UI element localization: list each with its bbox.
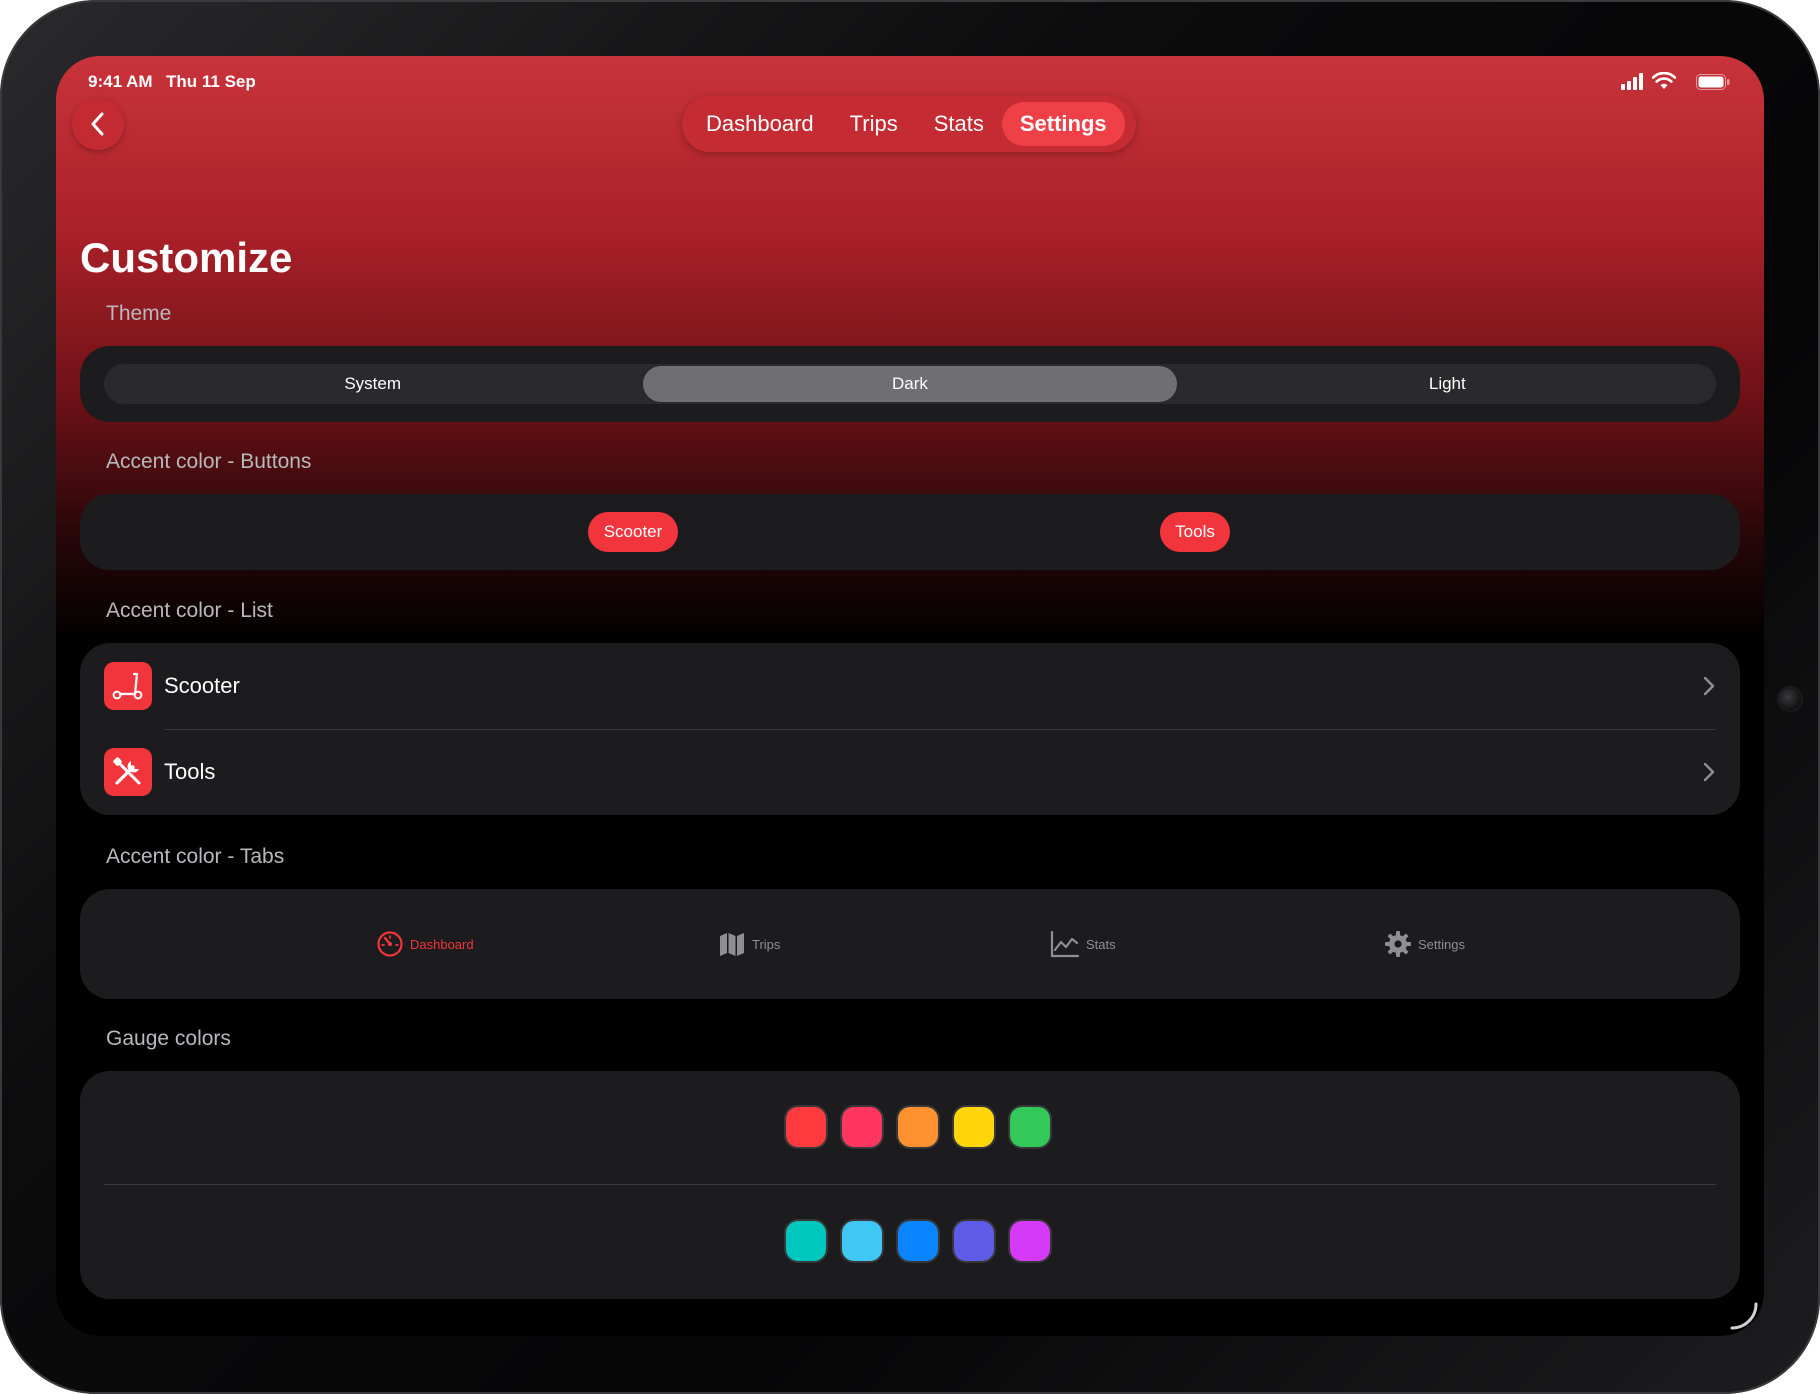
- theme-card: System Dark Light: [80, 346, 1740, 422]
- gauge-color-swatch[interactable]: [842, 1221, 882, 1261]
- map-icon: [720, 933, 744, 956]
- gauge-color-swatch[interactable]: [1010, 1107, 1050, 1147]
- accent-list-section-label: Accent color - List: [106, 599, 273, 622]
- back-button[interactable]: [72, 98, 124, 150]
- tools-accent-button[interactable]: Tools: [1160, 512, 1230, 552]
- resize-corner-icon: [1730, 1302, 1758, 1330]
- page-title: Customize: [80, 234, 293, 281]
- gear-icon: [1385, 931, 1411, 957]
- theme-segmented-control: System Dark Light: [104, 364, 1716, 404]
- list-item-tools[interactable]: Tools: [80, 729, 1740, 815]
- preview-tab-label: Trips: [752, 936, 781, 952]
- gauge-color-swatch[interactable]: [954, 1221, 994, 1261]
- chevron-right-icon: [1703, 762, 1715, 782]
- gauge-color-swatch[interactable]: [954, 1107, 994, 1147]
- status-date: Thu 11 Sep: [166, 72, 256, 91]
- accent-tabs-section-label: Accent color - Tabs: [106, 845, 285, 868]
- tab-dashboard[interactable]: Dashboard: [688, 102, 832, 146]
- list-item-label: Tools: [164, 759, 216, 784]
- gauge-color-swatch[interactable]: [842, 1107, 882, 1147]
- top-tab-bar: Dashboard Trips Stats Settings: [682, 96, 1136, 152]
- status-bar: 9:41 AM Thu 11 Sep: [88, 64, 1732, 92]
- list-item-label: Scooter: [164, 673, 240, 698]
- wifi-icon: [1652, 72, 1676, 89]
- scooter-icon: [104, 662, 152, 710]
- gauge-color-swatch[interactable]: [786, 1107, 826, 1147]
- preview-tab-dashboard[interactable]: Dashboard: [376, 889, 474, 999]
- tools-icon: [104, 748, 152, 796]
- tab-settings[interactable]: Settings: [1001, 102, 1125, 146]
- accent-tabs-card: Dashboard Trips Stats Settings: [80, 889, 1740, 999]
- gauge-color-swatch[interactable]: [898, 1107, 938, 1147]
- battery-icon: [1696, 74, 1730, 90]
- chevron-left-icon: [91, 112, 104, 136]
- preview-tab-label: Stats: [1086, 936, 1116, 952]
- list-item-scooter[interactable]: Scooter: [80, 643, 1740, 729]
- ipad-frame: 9:41 AM Thu 11 Sep Dashboard Trips Stats…: [0, 0, 1820, 1394]
- preview-tab-label: Settings: [1418, 936, 1465, 952]
- tab-stats[interactable]: Stats: [916, 102, 1002, 146]
- status-time: 9:41 AM: [88, 72, 153, 91]
- accent-buttons-section-label: Accent color - Buttons: [106, 450, 312, 473]
- chart-icon: [1050, 930, 1080, 958]
- preview-tab-settings[interactable]: Settings: [1384, 889, 1465, 999]
- chevron-right-icon: [1703, 676, 1715, 696]
- theme-option-system[interactable]: System: [106, 366, 639, 402]
- theme-section-label: Theme: [106, 302, 172, 325]
- accent-list-card: Scooter Tools: [80, 643, 1740, 815]
- cellular-signal-icon: [1621, 73, 1643, 90]
- gauge-color-swatch[interactable]: [898, 1221, 938, 1261]
- app-screen: 9:41 AM Thu 11 Sep Dashboard Trips Stats…: [56, 56, 1764, 1336]
- tab-trips[interactable]: Trips: [832, 102, 916, 146]
- scooter-accent-button[interactable]: Scooter: [588, 512, 678, 552]
- preview-tab-stats[interactable]: Stats: [1050, 889, 1116, 999]
- theme-option-light[interactable]: Light: [1181, 366, 1714, 402]
- gauge-color-swatch[interactable]: [786, 1221, 826, 1261]
- gauge-divider: [104, 1184, 1716, 1185]
- gauge-color-swatch[interactable]: [1010, 1221, 1050, 1261]
- accent-buttons-card: Scooter Tools: [80, 494, 1740, 570]
- gauge-colors-card: [80, 1071, 1740, 1299]
- theme-option-dark[interactable]: Dark: [643, 366, 1177, 402]
- camera-icon: [1779, 688, 1801, 710]
- speedometer-icon: [377, 931, 403, 957]
- gauge-colors-section-label: Gauge colors: [106, 1027, 231, 1050]
- preview-tab-label: Dashboard: [410, 936, 474, 952]
- preview-tab-trips[interactable]: Trips: [718, 889, 780, 999]
